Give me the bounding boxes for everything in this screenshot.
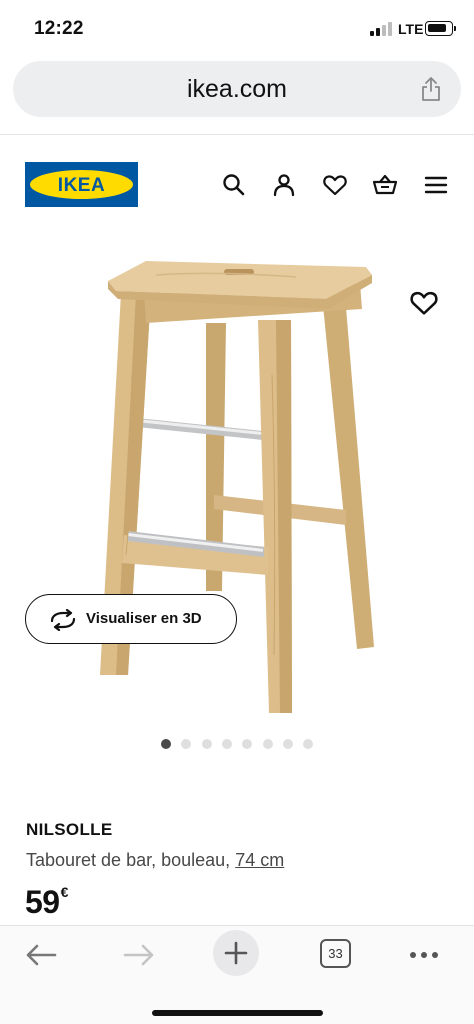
status-time: 12:22	[34, 18, 84, 39]
divider	[0, 134, 474, 135]
product-description: Tabouret de bar, bouleau, 74 cm	[26, 850, 284, 871]
logo-oval: IKEA	[30, 170, 133, 199]
tabs-icon[interactable]: 33	[320, 939, 351, 968]
gallery-dot[interactable]	[303, 739, 314, 749]
network-label: LTE	[398, 21, 424, 37]
visualize-3d-label: Visualiser en 3D	[86, 610, 202, 627]
product-description-text: Tabouret de bar, bouleau,	[26, 850, 231, 870]
visualize-3d-button[interactable]: Visualiser en 3D	[25, 594, 237, 644]
back-arrow-icon[interactable]	[18, 938, 64, 972]
battery-icon	[425, 21, 456, 36]
ikea-logo[interactable]: IKEA	[25, 162, 138, 207]
account-icon[interactable]	[271, 172, 297, 198]
gallery-dot[interactable]	[201, 739, 212, 749]
new-tab-icon	[224, 941, 248, 965]
battery-level	[428, 24, 446, 32]
gallery-dot[interactable]	[221, 739, 232, 749]
browser-toolbar: 33	[0, 925, 474, 1024]
menu-icon[interactable]	[423, 172, 449, 198]
price-currency: €	[60, 884, 69, 900]
rotate-3d-icon	[50, 609, 76, 631]
address-bar[interactable]: ikea.com	[13, 61, 461, 117]
status-bar: 12:22 LTE	[0, 0, 474, 58]
url-text[interactable]: ikea.com	[13, 75, 461, 104]
share-icon[interactable]	[419, 76, 443, 102]
gallery-dot[interactable]	[242, 739, 253, 749]
price-amount: 59	[25, 884, 60, 920]
product-wishlist-icon[interactable]	[409, 288, 439, 318]
product-image[interactable]	[96, 255, 382, 720]
site-header: IKEA	[0, 150, 474, 220]
search-icon[interactable]	[221, 172, 247, 198]
product-name[interactable]: NILSOLLE	[26, 820, 112, 840]
gallery-dot[interactable]	[262, 739, 273, 749]
logo-text: IKEA	[57, 175, 106, 196]
gallery-dot[interactable]	[282, 739, 293, 749]
new-tab-button[interactable]	[213, 930, 259, 976]
forward-arrow-icon[interactable]	[116, 938, 162, 972]
product-price: 59€	[25, 884, 68, 921]
tabs-count: 33	[328, 946, 343, 961]
cart-icon[interactable]	[372, 172, 398, 198]
home-indicator	[152, 1010, 323, 1016]
more-icon[interactable]	[401, 938, 447, 972]
product-size-link[interactable]: 74 cm	[235, 850, 284, 870]
wishlist-icon[interactable]	[322, 172, 348, 198]
signal-icon	[370, 22, 394, 36]
gallery-dot[interactable]	[161, 739, 171, 749]
gallery-dot[interactable]	[181, 739, 192, 749]
